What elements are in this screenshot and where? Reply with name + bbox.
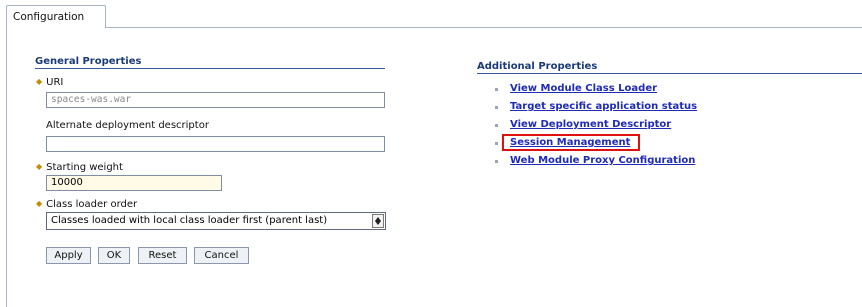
apply-button[interactable]: Apply [46, 247, 91, 264]
bullet-icon [495, 142, 498, 145]
bullet-icon [495, 124, 498, 127]
general-properties-divider [35, 68, 385, 69]
bullet-icon [495, 106, 498, 109]
session-management-highlight-box [502, 134, 640, 151]
list-item: Web Module Proxy Configuration [490, 154, 697, 172]
configuration-panel [6, 27, 862, 307]
link-web-module-proxy-configuration[interactable]: Web Module Proxy Configuration [510, 155, 695, 166]
spinner-arrows-icon[interactable] [372, 214, 384, 228]
reset-button[interactable]: Reset [138, 247, 187, 264]
tab-configuration[interactable]: Configuration [6, 5, 106, 28]
link-target-specific-application-status[interactable]: Target specific application status [510, 101, 697, 112]
required-icon: ◆ [36, 162, 43, 171]
general-properties-title: General Properties [35, 56, 142, 67]
additional-properties-list: View Module Class Loader Target specific… [490, 82, 697, 172]
bullet-icon [495, 88, 498, 91]
class-loader-order-value: Classes loaded with local class loader f… [51, 215, 328, 226]
list-item: View Module Class Loader [490, 82, 697, 100]
class-loader-order-select[interactable]: Classes loaded with local class loader f… [46, 212, 386, 230]
list-item: Target specific application status [490, 100, 697, 118]
additional-properties-divider [477, 73, 862, 74]
cancel-button[interactable]: Cancel [194, 247, 249, 264]
class-loader-order-label: ◆ Class loader order [36, 199, 138, 210]
starting-weight-label: ◆ Starting weight [36, 162, 123, 173]
uri-label: ◆ URI [36, 77, 64, 88]
uri-field: spaces-was.war [46, 92, 385, 108]
required-icon: ◆ [36, 77, 43, 86]
alternate-deployment-descriptor-label: Alternate deployment descriptor [46, 120, 209, 131]
bullet-icon [495, 160, 498, 163]
starting-weight-field[interactable]: 10000 [46, 175, 222, 191]
link-view-deployment-descriptor[interactable]: View Deployment Descriptor [510, 119, 671, 130]
required-icon: ◆ [36, 199, 43, 208]
ok-button[interactable]: OK [98, 247, 130, 264]
additional-properties-title: Additional Properties [477, 61, 598, 72]
link-view-module-class-loader[interactable]: View Module Class Loader [510, 83, 657, 94]
alternate-deployment-descriptor-field[interactable] [46, 136, 385, 152]
